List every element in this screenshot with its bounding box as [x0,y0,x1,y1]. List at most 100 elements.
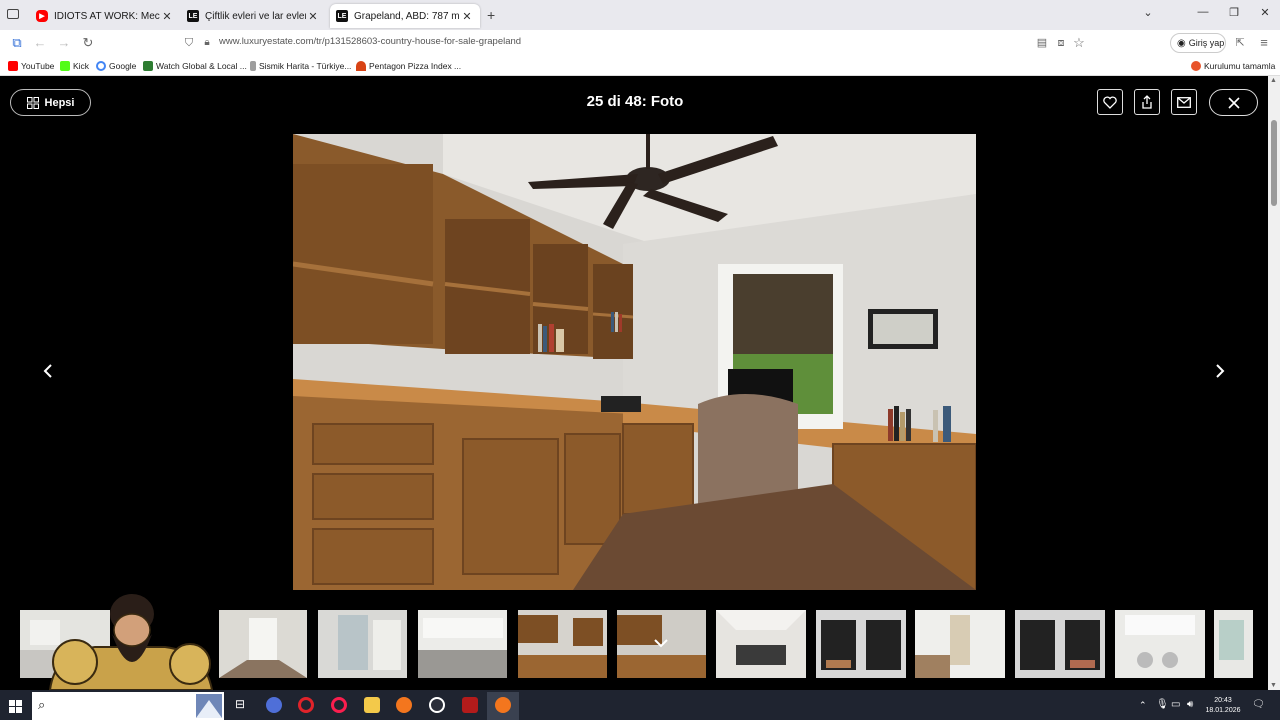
tab-youtube-video[interactable]: ▶ IDIOTS AT WORK: Mechanic Edi ✕ [30,4,180,28]
signin-button[interactable]: ◉ Giriş yap [1170,33,1226,53]
tab-close-icon[interactable]: ✕ [160,10,174,23]
thumbnail-office-1[interactable] [518,610,607,678]
luxuryestate-icon: LE [336,10,348,22]
search-icon: ⌕ [38,697,46,712]
clock-date[interactable]: 18.01.2026 [1200,707,1246,714]
opera-gx-icon[interactable] [331,697,347,713]
thumbnail-bathroom[interactable] [318,610,407,678]
url-field[interactable]: www.luxuryestate.com/tr/p131528603-count… [219,36,521,47]
tracking-shield-icon[interactable]: ⛉ [181,35,197,51]
reload-icon[interactable]: ↻ [80,35,96,51]
firefox-running-icon [495,697,511,713]
thumbnail-image [418,610,507,678]
thumbnail-image [816,610,906,678]
thumbnail-bathroom-2[interactable] [915,610,1005,678]
window-close-icon[interactable]: ✕ [1250,6,1280,19]
file-explorer-icon[interactable] [364,697,380,713]
thumbnail-kitchen-3[interactable] [1214,610,1253,678]
thumbnail-image [219,610,307,678]
thumbnail-office-2-active[interactable] [617,610,706,678]
bookmark-pentagon-pizza[interactable]: Pentagon Pizza Index ... [356,61,461,71]
youtube-icon [8,61,18,71]
thumbnail-image [716,610,806,678]
tab-title: IDIOTS AT WORK: Mechanic Edi [54,10,160,22]
luxuryestate-icon: LE [187,10,199,22]
microphone-icon[interactable]: 🎙︎ [1156,699,1169,710]
network-icon[interactable]: ▭ [1171,699,1180,710]
all-photos-button[interactable]: Hepsi [10,89,91,116]
extensions-icon[interactable]: ⇱ [1232,35,1248,51]
scroll-up-arrow-icon[interactable]: ▲ [1270,77,1277,84]
share-button[interactable] [1134,89,1160,115]
thumbnail-bunk-room-1[interactable] [816,610,906,678]
lock-icon[interactable]: 🔒︎ [199,35,215,51]
tab-ciftlik-evleri[interactable]: LE Çiftlik evleri ve lar evleri satılık … [181,4,326,28]
firefox-icon[interactable] [396,697,412,713]
minimize-icon[interactable]: — [1188,6,1218,18]
grid-icon [26,96,39,109]
opera-icon[interactable] [298,697,314,713]
task-view-icon[interactable]: ⊟ [232,697,248,713]
menu-icon[interactable]: ≡ [1256,35,1272,51]
thumbnail-gym[interactable] [716,610,806,678]
tab-overview-icon[interactable] [7,9,19,19]
volume-icon[interactable]: 🔊︎ [1187,699,1193,710]
envelope-icon [1177,96,1191,108]
chrome-icon[interactable] [266,697,282,713]
tab-close-icon[interactable]: ✕ [306,10,320,23]
sidebar-toggle-icon[interactable]: ⧉ [9,35,25,51]
thumbnail-laundry[interactable] [1115,610,1205,678]
close-icon [1227,96,1240,109]
heart-icon [1103,95,1117,109]
bookmark-google[interactable]: Google [96,61,136,71]
all-photos-label: Hepsi [44,96,75,109]
chevron-left-icon [43,364,52,378]
tab-list-chevron-icon[interactable]: ⌄ [1133,6,1163,19]
tab-close-icon[interactable]: ✕ [460,10,474,23]
bearded-warrior-sticker [40,592,220,691]
tab-grapeland-active[interactable]: LE Grapeland, ABD: 787 m2 satılık ✕ [330,4,480,28]
thumbnail-hallway-1[interactable] [219,610,307,678]
reader-view-icon[interactable]: ▤ [1034,35,1050,51]
kick-icon [60,61,70,71]
thumbnail-image [1214,610,1253,678]
steam-icon[interactable] [429,697,445,713]
tray-chevron-icon[interactable]: ⌃ [1139,700,1147,711]
thumbnail-bunk-room-2[interactable] [1015,610,1105,678]
google-icon [96,61,106,71]
clock-time[interactable]: 20:43 [1203,697,1243,704]
bookmark-kick[interactable]: Kick [60,61,89,71]
bookmark-star-icon[interactable]: ☆ [1071,35,1087,51]
thumbnail-kitchen-2[interactable] [418,610,507,678]
scrollbar-thumb[interactable] [1271,120,1277,206]
url-domain: www.luxuryestate.com [219,36,314,47]
search-button[interactable]: ⌕ [32,692,224,720]
forward-icon[interactable]: → [56,35,72,51]
signin-label: Giriş yap [1188,38,1225,48]
scroll-down-arrow-icon[interactable]: ▼ [1270,682,1277,689]
previous-photo-button[interactable] [38,360,58,382]
tab-title: Çiftlik evleri ve lar evleri satılık [205,10,306,22]
main-gallery-photo [293,134,976,590]
tv-icon [143,61,153,71]
bookmark-youtube[interactable]: YouTube [8,61,54,71]
email-contact-button[interactable] [1171,89,1197,115]
pizza-icon [356,61,366,71]
close-gallery-button[interactable] [1209,89,1258,116]
chevron-right-icon [1216,364,1225,378]
translate-icon[interactable]: ⧈ [1053,35,1069,51]
thumbnail-image [617,610,706,678]
back-icon[interactable]: ← [32,35,48,51]
restore-icon[interactable]: ❐ [1219,6,1249,19]
start-icon[interactable] [9,700,22,713]
game-app-icon[interactable] [462,697,478,713]
notifications-icon[interactable]: 🗨︎ [1252,699,1265,710]
bookmark-setup-complete[interactable]: Kurulumu tamamla [1191,61,1275,71]
thumbnail-image [518,610,607,678]
favorite-button[interactable] [1097,89,1123,115]
new-tab-button[interactable]: + [487,7,495,23]
bookmark-sismik-harita[interactable]: Sismik Harita - Türkiye... [250,61,351,71]
account-icon: ◉ [1177,37,1186,49]
bookmark-watch-global[interactable]: Watch Global & Local ... [143,61,247,71]
next-photo-button[interactable] [1210,360,1230,382]
